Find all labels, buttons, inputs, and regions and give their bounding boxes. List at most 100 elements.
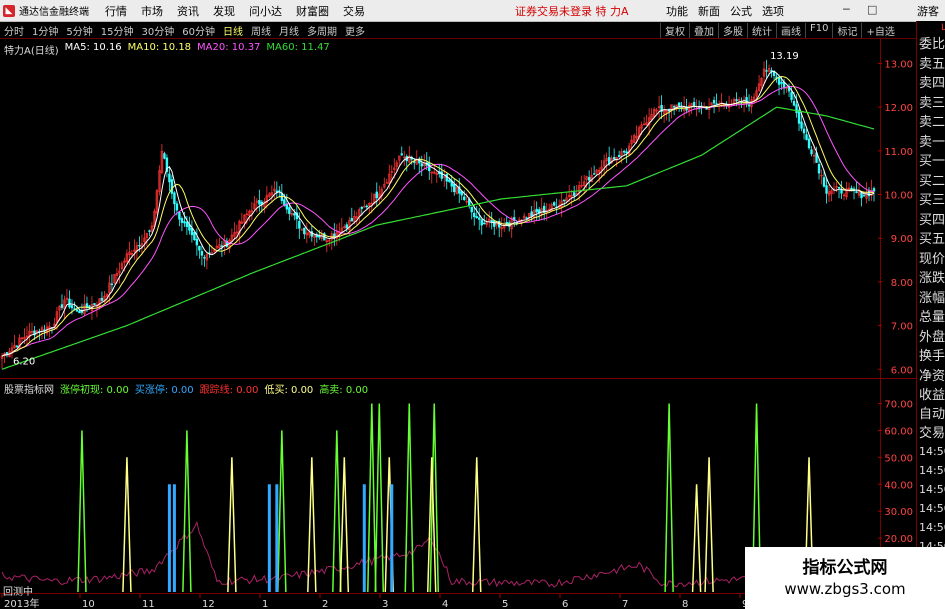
price-tick-label: 11.00 xyxy=(884,147,913,158)
timeframe-tab-9[interactable]: 多周期 xyxy=(307,23,337,38)
tool-button-5[interactable]: F10 xyxy=(805,22,832,38)
menu-item-6[interactable]: 交易 xyxy=(343,3,365,19)
limit-up-spike xyxy=(182,430,192,593)
candle-body xyxy=(163,153,166,159)
candle-body xyxy=(860,192,863,199)
watermark: 指标公式网 www.zbgs3.com xyxy=(745,547,945,609)
date-tick-label: 1 xyxy=(262,599,268,609)
ma60-value: MA60: 11.47 xyxy=(266,42,330,53)
quote-field-20: 交易 xyxy=(919,426,945,441)
tool-button-2[interactable]: 多股 xyxy=(718,22,747,38)
candle-body xyxy=(692,102,696,107)
right-menu-item-0[interactable]: 功能 xyxy=(666,3,688,19)
candle-body xyxy=(288,207,291,214)
indicator-title[interactable]: 股票指标网 xyxy=(4,381,54,396)
quote-field-0: 委比 xyxy=(919,37,945,52)
main-price-axis: 13.00 12.00 11.00 10.00 9.00 8.00 7.00 6.00 xyxy=(878,59,913,376)
candle-body xyxy=(463,196,466,201)
quote-field-2: 卖四 xyxy=(919,76,945,91)
candle-body xyxy=(93,303,96,305)
quote-field-13: 涨幅 xyxy=(919,290,945,306)
candle-body xyxy=(552,202,556,206)
timeframe-tab-7[interactable]: 周线 xyxy=(251,23,271,38)
quote-field-10: 买五 xyxy=(919,232,945,247)
ma5-line xyxy=(1,70,875,357)
menu-item-3[interactable]: 发现 xyxy=(213,3,235,19)
candle-body xyxy=(445,173,448,182)
indicator-value-2: 买涨停: 0.00 xyxy=(134,385,194,396)
ma10-line xyxy=(1,75,875,357)
right-menu-item-1[interactable]: 新面 xyxy=(698,3,720,19)
timeframe-tab-4[interactable]: 30分钟 xyxy=(141,23,174,38)
tool-button-3[interactable]: 统计 xyxy=(747,22,776,38)
date-tick-label: 12 xyxy=(202,599,215,609)
menu-item-4[interactable]: 问小达 xyxy=(249,3,282,19)
quote-field-14: 总量 xyxy=(919,310,945,325)
timeframe-tab-6[interactable]: 日线 xyxy=(223,23,243,38)
candle-body xyxy=(825,185,828,194)
quote-field-5: 卖一 xyxy=(919,134,945,150)
chart-canvas[interactable]: 13.19 6.20 13.00 12.00 11.00 10.00 9.00 8.00 7.… xyxy=(0,38,916,609)
candle-body xyxy=(592,173,596,175)
value-tick-label: 30.00 xyxy=(884,507,913,518)
maximize-icon[interactable]: □ xyxy=(867,3,877,16)
menu-item-1[interactable]: 市场 xyxy=(141,3,163,19)
candle-body xyxy=(440,171,443,179)
candle-body xyxy=(480,219,483,226)
top-menu-bar: ◣ 通达信金融终端 行情 市场 资讯 发现 问小达 财富圈 交易 证券交易未登录 特 力A … xyxy=(0,0,945,22)
timeframe-tab-5[interactable]: 60分钟 xyxy=(182,23,215,38)
candle-body xyxy=(448,179,451,182)
candle-body xyxy=(617,155,621,158)
login-notice[interactable]: 证券交易未登录 特 力A xyxy=(515,3,629,19)
candle-body xyxy=(817,164,821,174)
candle-body xyxy=(473,212,476,218)
stock-title[interactable]: 特力A(日线) xyxy=(4,42,59,57)
candle-body xyxy=(400,153,403,156)
candle-body xyxy=(193,232,196,241)
quote-field-9: 买四 xyxy=(919,212,945,228)
candle-body xyxy=(837,186,841,189)
candle-body xyxy=(672,106,676,108)
tool-button-0[interactable]: 复权 xyxy=(660,22,689,38)
tool-button-1[interactable]: 叠加 xyxy=(689,22,718,38)
quote-field-8: 买三 xyxy=(919,193,945,208)
chart-tools: 复权 叠加 多股 统计 画线 F10 标记 +自选 xyxy=(660,22,899,38)
timeframe-tab-2[interactable]: 5分钟 xyxy=(66,23,92,38)
menu-item-0[interactable]: 行情 xyxy=(105,3,127,19)
value-tick-label: 40.00 xyxy=(884,480,913,491)
timeframe-tab-0[interactable]: 分时 xyxy=(4,23,24,38)
menu-item-5[interactable]: 财富圈 xyxy=(296,3,329,19)
timeframe-tab-8[interactable]: 月线 xyxy=(279,23,299,38)
candle-body xyxy=(200,251,204,256)
trade-time-4: 14:50 xyxy=(919,521,945,534)
candle-body xyxy=(607,157,611,165)
candle-body xyxy=(493,220,496,227)
candle-body xyxy=(715,103,718,105)
buy-limit-bar xyxy=(362,484,366,592)
menu-item-2[interactable]: 资讯 xyxy=(177,3,199,19)
quote-field-6: 买一 xyxy=(919,154,945,169)
candle-body xyxy=(365,205,368,208)
tool-button-4[interactable]: 画线 xyxy=(776,22,805,38)
tool-button-6[interactable]: 标记 xyxy=(832,22,861,38)
sub-chart-info: 股票指标网 涨停初现: 0.00 买涨停: 0.00 跟踪线: 0.00 低买:… xyxy=(4,381,374,396)
candle-body xyxy=(625,151,628,154)
timeframe-tab-1[interactable]: 1分钟 xyxy=(32,23,58,38)
tool-button-7[interactable]: +自选 xyxy=(861,22,898,38)
minimize-icon[interactable]: ─ xyxy=(843,3,850,16)
main-menu: 行情 市场 资讯 发现 问小达 财富圈 交易 xyxy=(98,3,372,19)
ma10-value: MA10: 10.18 xyxy=(127,42,192,53)
date-tick-label: 5 xyxy=(502,599,508,609)
timeframe-tab-3[interactable]: 15分钟 xyxy=(101,23,134,38)
right-menu-item-3[interactable]: 选项 xyxy=(762,3,784,19)
candle-body xyxy=(298,221,301,229)
value-tick-label: 60.00 xyxy=(884,426,913,437)
date-tick-label: 2013年 xyxy=(4,597,39,609)
candle-body xyxy=(807,138,811,149)
quote-field-16: 换手 xyxy=(919,349,945,364)
guest-label[interactable]: 游客 xyxy=(917,3,939,19)
timeframe-tab-10[interactable]: 更多 xyxy=(345,23,365,38)
candle-body xyxy=(68,298,71,308)
right-menu-item-2[interactable]: 公式 xyxy=(730,3,752,19)
candle-body xyxy=(792,101,796,106)
